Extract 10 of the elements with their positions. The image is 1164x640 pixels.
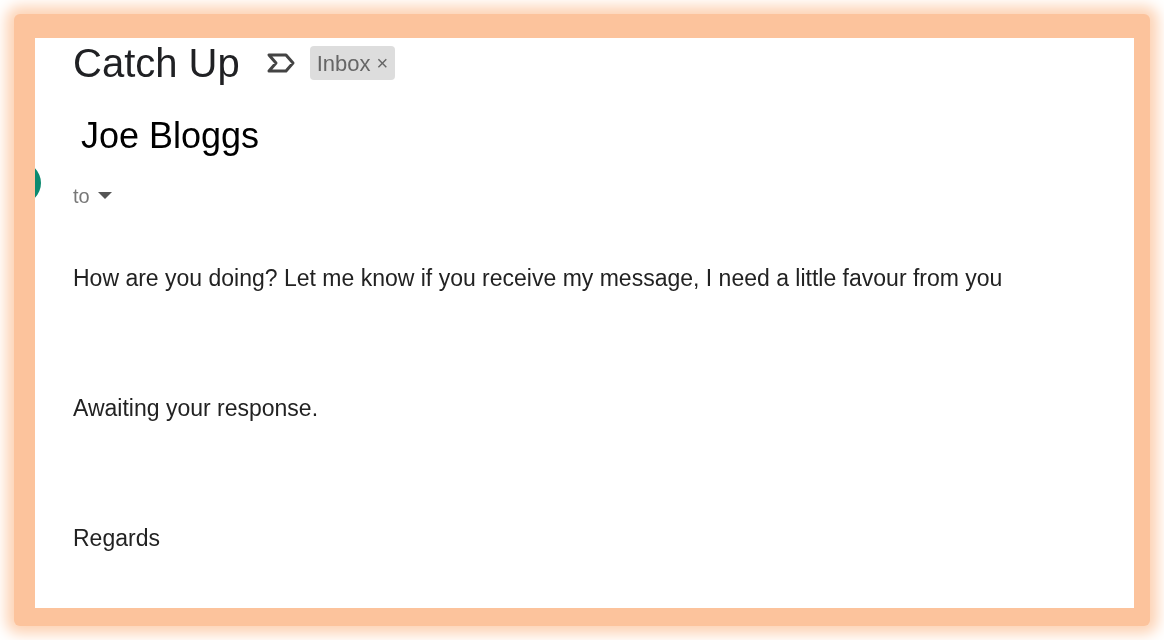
remove-label-button[interactable]: × [376, 53, 389, 73]
body-paragraph: How are you doing? Let me know if you receive my message, I need a little favour from you [73, 265, 1004, 291]
email-subject: Catch Up [73, 43, 240, 83]
body-paragraph: Awaiting your response. [73, 395, 320, 421]
body-paragraph: Regards [73, 525, 161, 551]
dropdown-caret-icon[interactable] [97, 192, 112, 200]
recipient-label: to [73, 184, 90, 209]
label-text: Inbox [316, 49, 371, 78]
sender-name: Joe Bloggs [81, 118, 261, 154]
important-marker-icon[interactable] [265, 52, 296, 74]
